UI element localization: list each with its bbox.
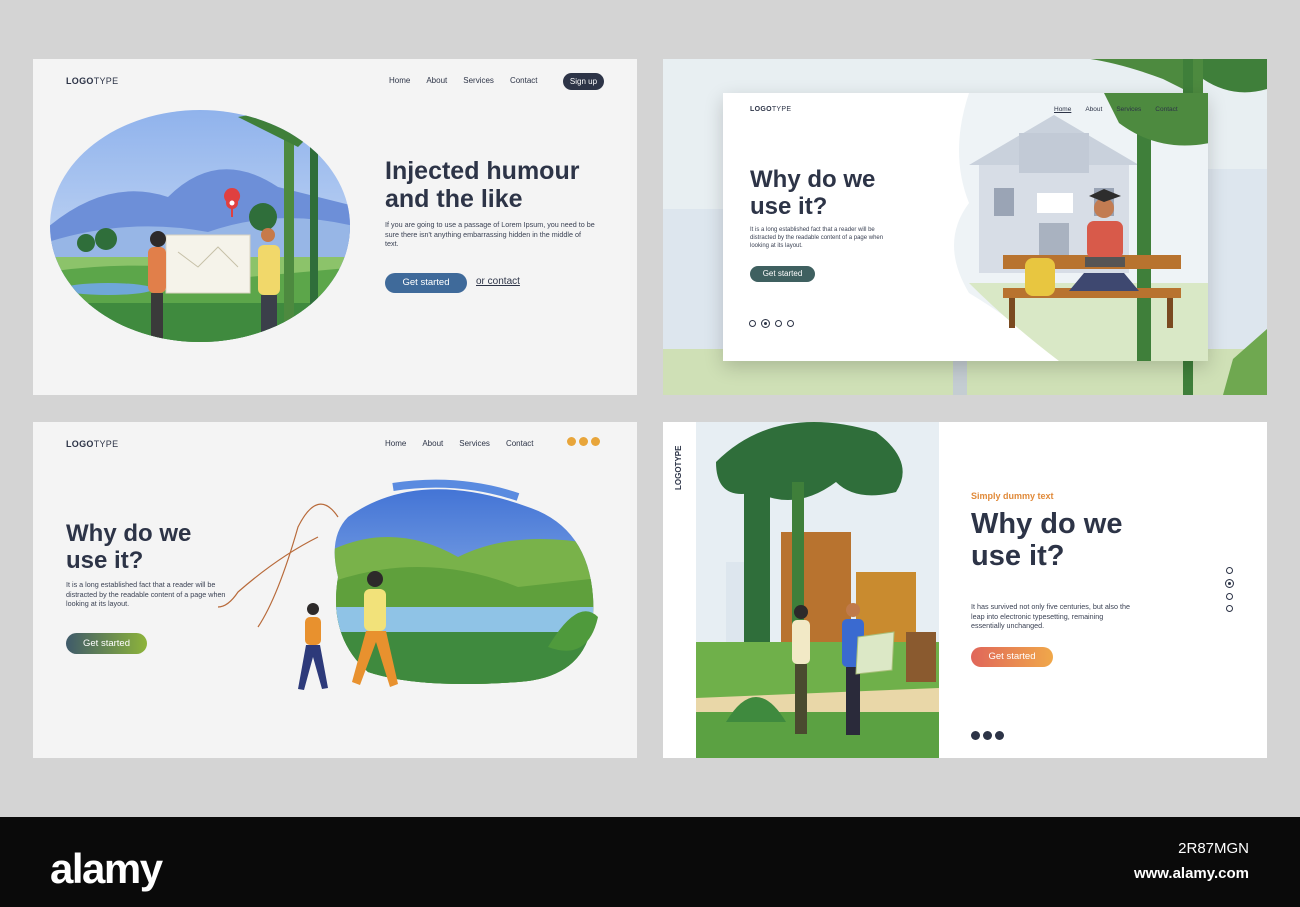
map-travel-illustration (50, 110, 350, 342)
carousel-dot[interactable] (1226, 567, 1233, 574)
nav-about[interactable]: About (422, 439, 443, 448)
logo-vertical[interactable]: LOGOTYPE (674, 446, 683, 490)
nav-home[interactable]: Home (389, 76, 410, 85)
phone-icon[interactable] (983, 731, 992, 740)
top-nav: Home About Services Contact (1054, 106, 1178, 113)
park-map-illustration (696, 422, 939, 758)
carousel-dot[interactable] (761, 319, 770, 328)
carousel-indicators (749, 319, 794, 328)
landing-card-park: LOGOTYPE Simply dummy text Why do we use… (663, 422, 1267, 758)
nav-home[interactable]: Home (1054, 106, 1071, 113)
stock-url[interactable]: www.alamy.com (1134, 865, 1249, 882)
nav-services[interactable]: Services (459, 439, 490, 448)
sign-up-button[interactable]: Sign up (563, 73, 604, 90)
nav-contact[interactable]: Contact (506, 439, 534, 448)
headline: Injected humour and the like (385, 157, 580, 213)
body-text: If you are going to use a passage of Lor… (385, 220, 595, 249)
contact-link[interactable]: or contact (476, 276, 520, 287)
carousel-dot[interactable] (1226, 605, 1233, 612)
headline: Why do we use it? (66, 520, 192, 574)
nav-contact[interactable]: Contact (1155, 106, 1177, 113)
nav-contact[interactable]: Contact (510, 76, 538, 85)
top-nav: Home About Services Contact (385, 439, 534, 448)
stock-brand-logo: alamy (50, 845, 163, 892)
landing-card-fishing: LOGOTYPE Home About Services Contact Why… (33, 422, 637, 758)
social-links (567, 437, 600, 446)
get-started-button[interactable]: Get started (385, 273, 467, 293)
carousel-dot[interactable] (1225, 579, 1234, 588)
body-text: It has survived not only five centuries,… (971, 602, 1131, 631)
top-nav: Home About Services Contact (389, 76, 538, 85)
landing-card-university: LOGOTYPE Home About Services Contact Why… (663, 59, 1267, 395)
eyebrow-text: Simply dummy text (971, 491, 1054, 501)
nav-about[interactable]: About (1085, 106, 1102, 113)
stock-footer: alamy 2R87MGN www.alamy.com (0, 817, 1300, 907)
nav-about[interactable]: About (426, 76, 447, 85)
social-links (971, 731, 1004, 740)
get-started-button[interactable]: Get started (750, 266, 815, 282)
carousel-dot[interactable] (749, 320, 756, 327)
nav-services[interactable]: Services (1116, 106, 1141, 113)
body-text: It is a long established fact that a rea… (750, 227, 884, 250)
logo[interactable]: LOGOTYPE (66, 76, 118, 86)
get-started-button[interactable]: Get started (971, 647, 1053, 667)
image-id: 2R87MGN (1178, 840, 1249, 857)
send-icon[interactable] (591, 437, 600, 446)
carousel-dot[interactable] (787, 320, 794, 327)
phone-icon[interactable] (579, 437, 588, 446)
logo[interactable]: LOGOTYPE (750, 106, 791, 113)
carousel-indicators (1225, 567, 1234, 612)
headline: Why do we use it? (971, 508, 1123, 573)
landing-card-injected-humour: LOGOTYPE Home About Services Contact Sig… (33, 59, 637, 395)
nav-services[interactable]: Services (463, 76, 494, 85)
nav-home[interactable]: Home (385, 439, 406, 448)
hero-panel: LOGOTYPE Home About Services Contact Why… (723, 93, 1208, 361)
logo[interactable]: LOGOTYPE (66, 439, 118, 449)
headline: Why do we use it? (750, 166, 876, 220)
carousel-dot[interactable] (775, 320, 782, 327)
fishing-illustration (218, 479, 598, 690)
mail-icon[interactable] (567, 437, 576, 446)
body-text: It is a long established fact that a rea… (66, 580, 226, 609)
student-on-bench-illustration (954, 93, 1208, 361)
mail-icon[interactable] (971, 731, 980, 740)
carousel-dot[interactable] (1226, 593, 1233, 600)
send-icon[interactable] (995, 731, 1004, 740)
get-started-button[interactable]: Get started (66, 633, 147, 654)
